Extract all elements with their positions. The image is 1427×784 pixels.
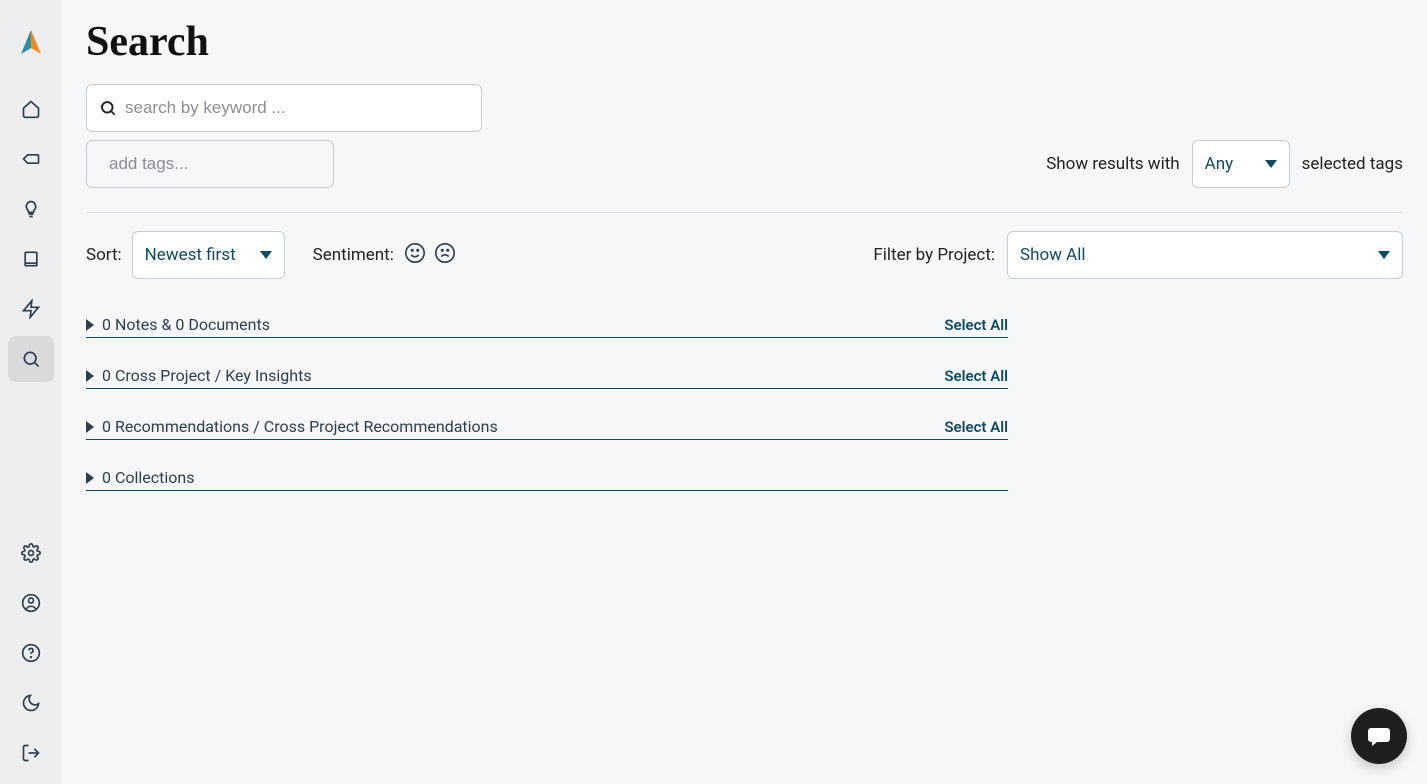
sort-select[interactable]: Newest first (132, 231, 285, 279)
section-title: 0 Recommendations / Cross Project Recomm… (102, 417, 498, 436)
sort-value: Newest first (145, 245, 236, 265)
divider (86, 212, 1403, 213)
user-icon (21, 593, 41, 613)
project-filter-label: Filter by Project: (873, 245, 995, 265)
nav-book[interactable] (8, 236, 54, 282)
chat-icon (1365, 722, 1393, 750)
select-all-button[interactable]: Select All (944, 316, 1008, 334)
nav-search[interactable] (8, 336, 54, 382)
nav-profile[interactable] (8, 580, 54, 626)
nav-theme[interactable] (8, 680, 54, 726)
chevron-down-icon (260, 251, 272, 259)
search-icon (21, 349, 41, 369)
smile-icon (404, 242, 426, 264)
chevron-down-icon (1378, 251, 1390, 259)
app-logo (17, 28, 45, 60)
select-all-button[interactable]: Select All (944, 418, 1008, 436)
nav-logout[interactable] (8, 730, 54, 776)
project-filter-value: Show All (1020, 245, 1086, 265)
gear-icon (21, 543, 41, 563)
results-filter-prefix: Show results with (1046, 154, 1179, 174)
section-notes-documents[interactable]: 0 Notes & 0 Documents Select All (86, 315, 1008, 338)
nav-bolt[interactable] (8, 286, 54, 332)
results-filter-suffix: selected tags (1302, 154, 1403, 174)
nav-home[interactable] (8, 86, 54, 132)
help-icon (21, 643, 41, 663)
section-title: 0 Notes & 0 Documents (102, 315, 270, 334)
results-mode-select[interactable]: Any (1192, 140, 1290, 188)
search-icon (99, 99, 117, 117)
project-filter-group: Filter by Project: Show All (873, 231, 1403, 279)
frown-icon (434, 242, 456, 264)
chevron-right-icon (86, 472, 94, 484)
select-all-button[interactable]: Select All (944, 367, 1008, 385)
section-collections[interactable]: 0 Collections (86, 468, 1008, 491)
chat-launcher-button[interactable] (1351, 708, 1407, 764)
lightbulb-icon (21, 199, 41, 219)
sentiment-negative-button[interactable] (434, 242, 456, 269)
nav-insight[interactable] (8, 186, 54, 232)
chevron-down-icon (1265, 160, 1277, 168)
chevron-right-icon (86, 370, 94, 382)
home-icon (21, 99, 41, 119)
results-mode-value: Any (1205, 154, 1234, 174)
book-icon (21, 249, 41, 269)
nav-tag[interactable] (8, 136, 54, 182)
tag-icon (21, 149, 41, 169)
bolt-icon (21, 299, 41, 319)
chevron-right-icon (86, 421, 94, 433)
section-title: 0 Collections (102, 468, 194, 487)
sort-group: Sort: Newest first (86, 231, 285, 279)
sentiment-positive-button[interactable] (404, 242, 426, 269)
sentiment-group: Sentiment: (313, 242, 456, 269)
sentiment-label: Sentiment: (313, 245, 394, 265)
section-cross-project-insights[interactable]: 0 Cross Project / Key Insights Select Al… (86, 366, 1008, 389)
section-recommendations[interactable]: 0 Recommendations / Cross Project Recomm… (86, 417, 1008, 440)
sort-label: Sort: (86, 245, 122, 265)
main-content: Search Show results with Any selected (62, 0, 1427, 784)
section-title: 0 Cross Project / Key Insights (102, 366, 312, 385)
chevron-right-icon (86, 319, 94, 331)
moon-icon (21, 693, 41, 713)
nav-help[interactable] (8, 630, 54, 676)
logout-icon (21, 743, 41, 763)
tags-input[interactable] (109, 154, 330, 174)
results-filter-group: Show results with Any selected tags (1046, 140, 1403, 188)
result-sections: 0 Notes & 0 Documents Select All 0 Cross… (86, 315, 1008, 491)
search-keyword-input[interactable] (125, 98, 469, 118)
project-filter-select[interactable]: Show All (1007, 231, 1403, 279)
page-title: Search (86, 18, 1403, 66)
tags-box[interactable] (86, 140, 334, 188)
nav-settings[interactable] (8, 530, 54, 576)
sidebar (0, 0, 62, 784)
search-keyword-box[interactable] (86, 84, 482, 132)
